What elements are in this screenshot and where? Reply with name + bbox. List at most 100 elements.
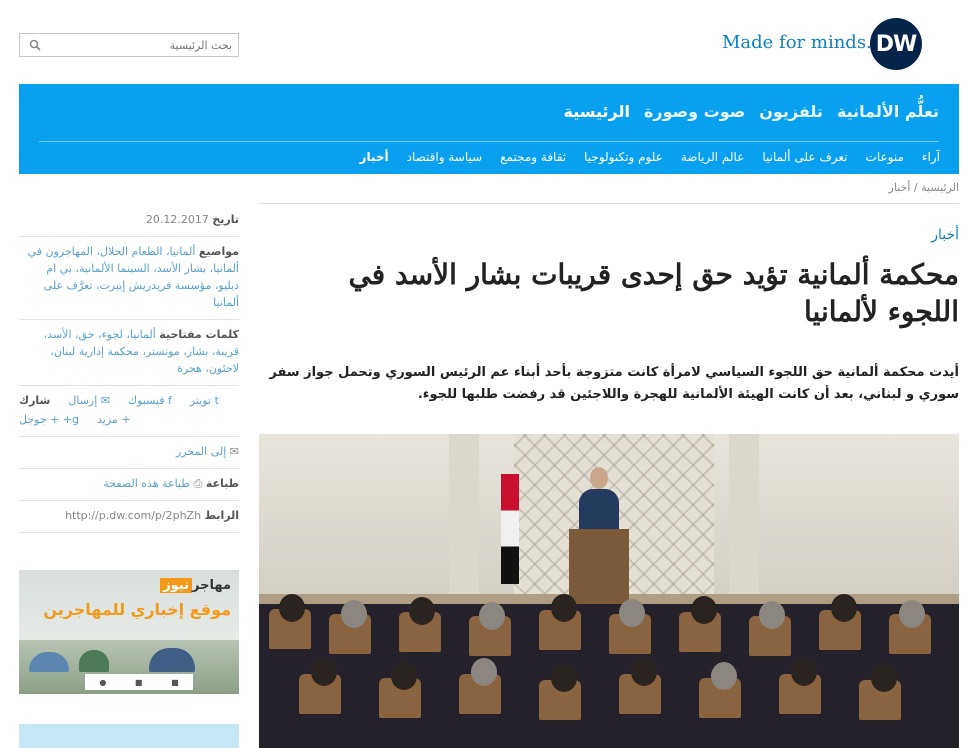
article-kicker[interactable]: أخبار xyxy=(931,227,959,243)
audience-head xyxy=(551,664,577,692)
audience-head xyxy=(759,601,785,629)
nav-item-home[interactable]: الرئيسية xyxy=(563,102,630,121)
audience-head xyxy=(479,602,505,630)
audience-head xyxy=(899,600,925,628)
audience-head xyxy=(341,600,367,628)
breadcrumb-separator: / xyxy=(913,181,918,194)
article-sidebar: تاريخ 20.12.2017 مواضيع ألمانيا، الطعام … xyxy=(19,205,239,533)
subnav-item-culture[interactable]: ثقافة ومجتمع xyxy=(500,150,566,164)
audience-head xyxy=(711,662,737,690)
speaker xyxy=(579,489,619,534)
banner-subtitle: موقع إخباري للمهاجرين xyxy=(43,600,231,619)
article-lead: أيدت محكمة ألمانية حق اللجوء السياسي لام… xyxy=(269,365,959,402)
feedback-label: إلى المحرر xyxy=(175,445,227,458)
audience-head xyxy=(391,662,417,690)
subnav-item-sports[interactable]: عالم الرياضة xyxy=(681,150,745,164)
print-label: طباعة xyxy=(205,477,239,490)
print-link[interactable]: ⎙ طباعة هذه الصفحة xyxy=(103,477,202,490)
breadcrumb-divider xyxy=(259,203,959,204)
date-label: تاريخ xyxy=(212,213,239,226)
share-twitter[interactable]: t تويتر xyxy=(190,392,219,409)
dw-logo[interactable]: DW xyxy=(870,18,922,70)
article-photo[interactable] xyxy=(259,434,959,748)
main-navigation: الرئيسية صوت وصورة تلفزيون تعلُّم الألما… xyxy=(19,84,959,174)
share-facebook-label: فيسبوك xyxy=(128,394,165,407)
search-input[interactable] xyxy=(48,37,232,53)
nav-secondary: أخبار سياسة واقتصاد ثقافة ومجتمع علوم وت… xyxy=(360,150,940,164)
partner-logo: ■ xyxy=(134,677,143,687)
permalink-value[interactable]: http://p.dw.com/p/2phZh xyxy=(65,509,201,522)
share-label: شارك xyxy=(19,394,51,407)
partner-logo: ■ xyxy=(171,677,179,687)
subnav-item-germany[interactable]: تعرف على ألمانيا xyxy=(762,150,847,164)
email-icon: ✉ xyxy=(100,394,111,407)
breadcrumb: الرئيسية / أخبار xyxy=(889,181,959,194)
search-box[interactable] xyxy=(19,33,239,57)
share-google-label: + جوجل xyxy=(19,413,60,426)
logo-text: DW xyxy=(875,31,918,57)
nav-item-media[interactable]: صوت وصورة xyxy=(644,102,745,121)
audience-head xyxy=(619,599,645,627)
permalink-row: الرابط http://p.dw.com/p/2phZh xyxy=(19,501,239,533)
twitter-icon: t xyxy=(214,394,219,407)
breadcrumb-home[interactable]: الرئيسية xyxy=(921,181,959,194)
speaker-head xyxy=(590,467,608,489)
share-row: شارك ✉ إرسال f فيسبوك t تويتر g+ + جوجل … xyxy=(19,386,239,437)
audience-head xyxy=(471,658,497,686)
share-links: شارك ✉ إرسال f فيسبوك t تويتر g+ + جوجل … xyxy=(19,392,239,428)
print-link-label: طباعة هذه الصفحة xyxy=(103,477,191,490)
audience-head xyxy=(551,594,577,622)
share-twitter-label: تويتر xyxy=(189,394,212,407)
nav-primary: الرئيسية صوت وصورة تلفزيون تعلُّم الألما… xyxy=(563,102,939,121)
mail-icon: ✉ xyxy=(229,445,239,458)
nav-divider xyxy=(39,141,939,142)
permalink-label: الرابط xyxy=(204,509,239,522)
audience-head xyxy=(631,658,657,686)
banner-title: مهاجرنيوز xyxy=(160,578,231,593)
subnav-item-news[interactable]: أخبار xyxy=(360,150,389,164)
partner-logos: ● ■ ■ xyxy=(85,674,193,690)
banner-title-prefix: مهاجر xyxy=(192,578,231,593)
audience-head xyxy=(831,594,857,622)
audience-head xyxy=(871,664,897,692)
share-more[interactable]: + مزيد xyxy=(97,411,131,428)
tent-graphic xyxy=(79,650,109,672)
syrian-flag xyxy=(501,474,519,584)
dw-partner-logo: ● xyxy=(99,677,107,687)
subnav-item-science[interactable]: علوم وتكنولوجيا xyxy=(584,150,663,164)
share-google-plus[interactable]: g+ + جوجل xyxy=(19,411,79,428)
subnav-item-politics[interactable]: سياسة واقتصاد xyxy=(407,150,483,164)
share-email[interactable]: ✉ إرسال xyxy=(68,392,110,409)
google-plus-icon: g+ xyxy=(62,413,80,426)
share-more-label: مزيد xyxy=(97,413,118,426)
breadcrumb-current[interactable]: أخبار xyxy=(889,181,911,194)
tagline: Made for minds. xyxy=(722,32,872,53)
audience-head xyxy=(279,594,305,622)
print-row: طباعة ⎙ طباعة هذه الصفحة xyxy=(19,469,239,501)
banner-title-highlight: نيوز xyxy=(160,578,193,593)
keywords-row: كلمات مفتاحية ألمانيا، لجوء، حق، الأسد، … xyxy=(19,320,239,386)
printer-icon: ⎙ xyxy=(193,477,203,490)
share-email-label: إرسال xyxy=(68,394,98,407)
subnav-item-misc[interactable]: منوعات xyxy=(866,150,904,164)
page: Made for minds. DW الرئيسية صوت وصورة تل… xyxy=(0,0,979,748)
share-facebook[interactable]: f فيسبوك xyxy=(128,392,172,409)
subnav-item-opinion[interactable]: آراء xyxy=(922,150,940,164)
search-icon[interactable] xyxy=(29,39,41,51)
facebook-icon: f xyxy=(168,394,172,407)
date-row: تاريخ 20.12.2017 xyxy=(19,205,239,237)
audience-head xyxy=(791,658,817,686)
plus-icon: + xyxy=(121,413,131,426)
infomigrants-banner[interactable]: مهاجرنيوز موقع إخباري للمهاجرين ● ■ ■ xyxy=(19,570,239,694)
second-banner[interactable] xyxy=(19,724,239,748)
nav-item-learn-german[interactable]: تعلُّم الألمانية xyxy=(837,102,939,121)
article-headline: محكمة ألمانية تؤيد حق إحدى قريبات بشار ا… xyxy=(348,258,959,328)
audience-head xyxy=(691,596,717,624)
date-value: 20.12.2017 xyxy=(145,213,209,226)
audience-head xyxy=(311,658,337,686)
nav-item-tv[interactable]: تلفزيون xyxy=(759,102,823,121)
feedback-link[interactable]: ✉ إلى المحرر xyxy=(176,445,239,458)
feedback-row: ✉ إلى المحرر xyxy=(19,437,239,469)
topics-row: مواضيع ألمانيا، الطعام الحلال، المهاجرون… xyxy=(19,237,239,320)
topics-label: مواضيع xyxy=(198,245,239,258)
